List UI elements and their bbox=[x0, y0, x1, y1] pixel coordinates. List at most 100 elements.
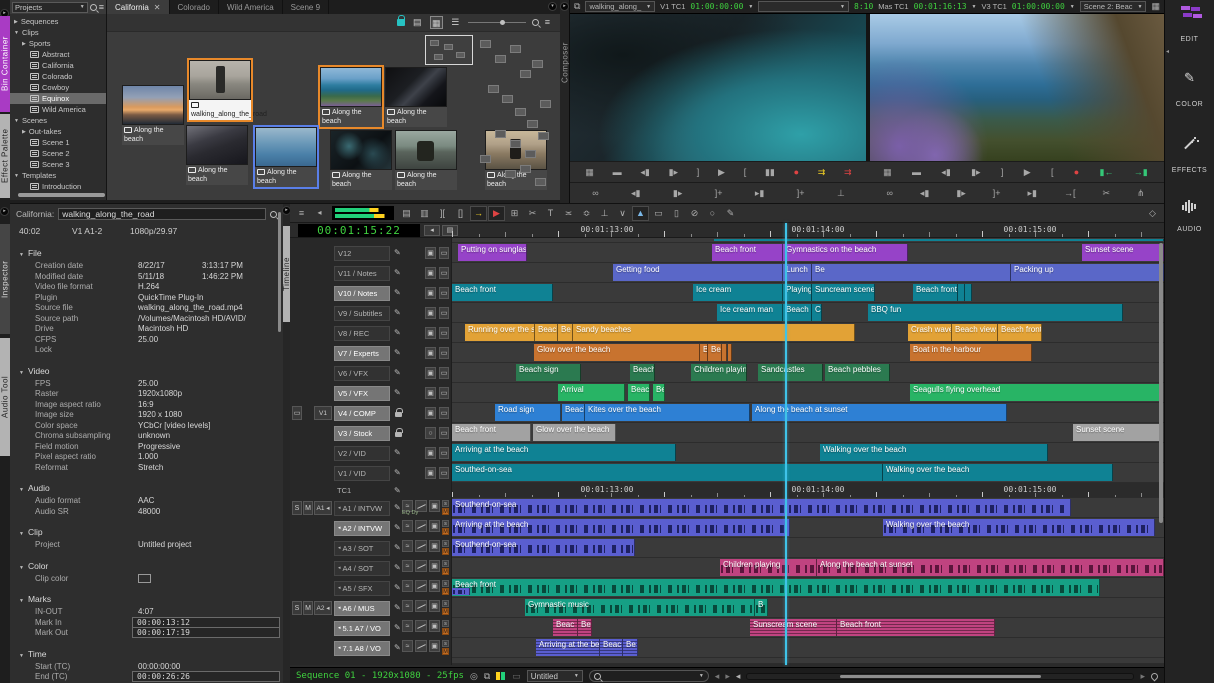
track-color-flags-icon[interactable] bbox=[496, 667, 506, 683]
automation-icon[interactable] bbox=[415, 560, 427, 572]
timeline-clip-beach-front[interactable]: Beach front bbox=[452, 284, 553, 301]
prev-icon[interactable]: ◂ bbox=[715, 672, 720, 681]
timeline-clip-be[interactable]: Be bbox=[558, 324, 573, 341]
section-header-file[interactable]: ▼File bbox=[19, 248, 42, 258]
timeline-clip-road-sign[interactable]: Road sign bbox=[495, 404, 561, 421]
solo-mini-button[interactable]: s bbox=[442, 600, 449, 607]
timeline-clip-beach-front[interactable]: Beach front bbox=[452, 424, 531, 441]
transport-button[interactable]: →▮ bbox=[1134, 168, 1148, 177]
transport-button[interactable]: ▮▸ bbox=[971, 168, 980, 177]
track-clips-area[interactable]: Glow over the beachBBeBoat in the harbou… bbox=[452, 343, 1164, 363]
section-header-clip[interactable]: ▼Clip bbox=[19, 527, 43, 537]
toolbar-button[interactable]: ⊥ bbox=[596, 209, 613, 218]
transport-button[interactable]: ▬ bbox=[912, 168, 921, 177]
record-monitor-icon[interactable]: ▣ bbox=[425, 467, 436, 479]
timeline-clip-sandy-beaches[interactable]: Sandy beaches bbox=[573, 324, 855, 341]
transport-button[interactable]: ◂▮ bbox=[631, 189, 640, 198]
track-clips-area[interactable]: 00:01:13:0000:01:14:0000:01:15:00 bbox=[452, 483, 1164, 498]
tree-item-templates[interactable]: ▼Templates bbox=[10, 170, 106, 181]
bin-clip-along-the-beach[interactable]: Along the beach bbox=[395, 130, 457, 190]
timeline-clip-sandcastles[interactable]: Sandcastles bbox=[758, 364, 823, 381]
timeline-clip-beach[interactable]: Beach bbox=[628, 384, 650, 401]
next-icon[interactable]: ▸ bbox=[725, 672, 730, 681]
transport-button[interactable]: ] bbox=[697, 168, 700, 177]
pencil-icon[interactable]: ✎ bbox=[394, 563, 401, 572]
timeline-clip-sunscream-scene[interactable]: Sunscream scene bbox=[750, 619, 837, 636]
waveform-icon[interactable]: ≈ bbox=[402, 540, 413, 552]
section-header-time[interactable]: ▼Time bbox=[19, 649, 47, 659]
timeline-clip-along-the-beach-at-sunset[interactable]: Along the beach at sunset bbox=[752, 404, 1007, 421]
bin-menu-icon[interactable]: ≡ bbox=[545, 18, 550, 27]
grid-icon[interactable]: ▦ bbox=[1151, 1, 1160, 12]
bin-clip-along-the-beach[interactable]: Along the beach bbox=[330, 130, 392, 190]
chevron-down-icon[interactable]: ▼ bbox=[19, 598, 24, 604]
transport-button[interactable]: ]+ bbox=[993, 189, 1001, 198]
timeline-clip[interactable] bbox=[452, 588, 470, 595]
track-clips-area[interactable]: ArrivalBeachBeSeagulls flying overhead bbox=[452, 383, 1164, 403]
section-header-color[interactable]: ▼Color bbox=[19, 561, 48, 571]
tree-item-scenes[interactable]: ▼Scenes bbox=[10, 115, 106, 126]
track-clips-area[interactable]: Gymnastic musicB bbox=[452, 598, 1164, 618]
tree-item-scene-1[interactable]: Scene 1 bbox=[10, 137, 106, 148]
tree-item-sequences[interactable]: ▶Sequences bbox=[10, 16, 106, 27]
panel-collapse-button-2[interactable]: ▸ bbox=[0, 207, 9, 216]
toolbar-button[interactable]: ▭ bbox=[650, 209, 667, 218]
source-monitor-icon[interactable]: ▭ bbox=[439, 367, 449, 379]
audio-mute-icon[interactable]: ◂ bbox=[736, 672, 741, 681]
timeline-clip-walking-over-the-beach[interactable]: Walking over the beach bbox=[883, 519, 1155, 536]
transport-button[interactable]: ◂▮ bbox=[941, 168, 950, 177]
transport-button[interactable]: ◂▮ bbox=[920, 189, 929, 198]
bin-search-icon[interactable] bbox=[532, 19, 539, 26]
timeline-clip-ice-cream[interactable]: Ice cream bbox=[693, 284, 783, 301]
timecode-value[interactable]: 01:00:00:00 bbox=[690, 2, 743, 11]
automation-icon[interactable] bbox=[415, 520, 427, 532]
timeline-clip-beach-front[interactable]: Beach front bbox=[913, 284, 958, 301]
toolbar-button[interactable]: T bbox=[542, 209, 559, 218]
transport-button[interactable]: ▬ bbox=[613, 168, 622, 177]
timeline-clip[interactable] bbox=[722, 344, 727, 361]
tree-item-equinox[interactable]: Equinox bbox=[10, 93, 106, 104]
bin-tab-california[interactable]: California✕ bbox=[107, 0, 170, 14]
timeline-clip-suncream-scene[interactable]: Suncream scene bbox=[812, 284, 875, 301]
track-button-7-1-a8-vo[interactable]: ◂7.1 A8 / VO bbox=[334, 641, 390, 656]
pencil-icon[interactable]: ✎ bbox=[394, 388, 401, 397]
timeline-clip-arriving-at-the-beach[interactable]: Arriving at the beach bbox=[452, 444, 676, 461]
track-button-v2-vid[interactable]: V2 / VID bbox=[334, 446, 390, 461]
pencil-icon[interactable]: ✎ bbox=[394, 288, 401, 297]
timeline-clip-southend-on-sea[interactable]: Southend-on-sea bbox=[452, 539, 635, 556]
pencil-icon[interactable]: ✎ bbox=[394, 328, 401, 337]
toolbar-button[interactable]: ∨ bbox=[614, 209, 631, 218]
dropdown-scene-2-beac[interactable]: Scene 2: Beac▼ bbox=[1080, 1, 1147, 12]
pencil-icon[interactable]: ✎ bbox=[394, 623, 401, 632]
waveform-icon[interactable]: ≈ bbox=[402, 580, 413, 592]
tree-item-abstract[interactable]: Abstract bbox=[10, 49, 106, 60]
transport-button[interactable]: ◂▮ bbox=[640, 168, 649, 177]
workspace-label-color[interactable]: COLOR bbox=[1165, 101, 1214, 108]
pencil-icon[interactable]: ✎ bbox=[394, 248, 401, 257]
solo-mini-button[interactable]: s bbox=[442, 520, 449, 527]
scrollbar-thumb[interactable] bbox=[840, 675, 1041, 678]
menu-icon[interactable]: ≡ bbox=[99, 3, 104, 12]
timeline-clip-southend-on-sea[interactable]: Southend-on-sea bbox=[452, 499, 1071, 516]
source-monitor-icon[interactable]: ▭ bbox=[439, 307, 449, 319]
waveform-icon[interactable]: ≈ bbox=[402, 600, 413, 612]
track-clips-area[interactable]: Arriving at the beachWalking over the be… bbox=[452, 443, 1164, 463]
solo-button[interactable]: S bbox=[292, 501, 302, 515]
record-monitor-icon[interactable]: ▣ bbox=[425, 447, 436, 459]
transport-button[interactable]: ∞ bbox=[592, 189, 598, 198]
dropdown-empty[interactable]: ▼ bbox=[758, 1, 849, 12]
timeline-clip-b[interactable]: B bbox=[700, 344, 708, 361]
tree-item-clips[interactable]: ▼Clips bbox=[10, 27, 106, 38]
toolbar-button[interactable]: ◇ bbox=[1144, 209, 1161, 218]
collapse-arrow-icon[interactable]: ◂ bbox=[1166, 48, 1169, 55]
timeline-clip[interactable] bbox=[958, 284, 965, 301]
list-view-icon[interactable]: ☰ bbox=[449, 16, 462, 29]
timecode-value[interactable]: 01:00:00:00 bbox=[1012, 2, 1065, 11]
chevron-down-icon[interactable]: ▼ bbox=[19, 370, 24, 376]
timeline-clip-ice-cream-man[interactable]: Ice cream man bbox=[717, 304, 783, 321]
chevron-right-icon[interactable]: ▶ bbox=[14, 19, 18, 25]
scroll-right-icon[interactable]: ▸ bbox=[1140, 672, 1145, 681]
transport-button[interactable]: ▮▸ bbox=[956, 189, 965, 198]
timeline-clip-getting-food[interactable]: Getting food bbox=[613, 264, 783, 281]
track-button-v6-vfx[interactable]: V6 / VFX bbox=[334, 366, 390, 381]
